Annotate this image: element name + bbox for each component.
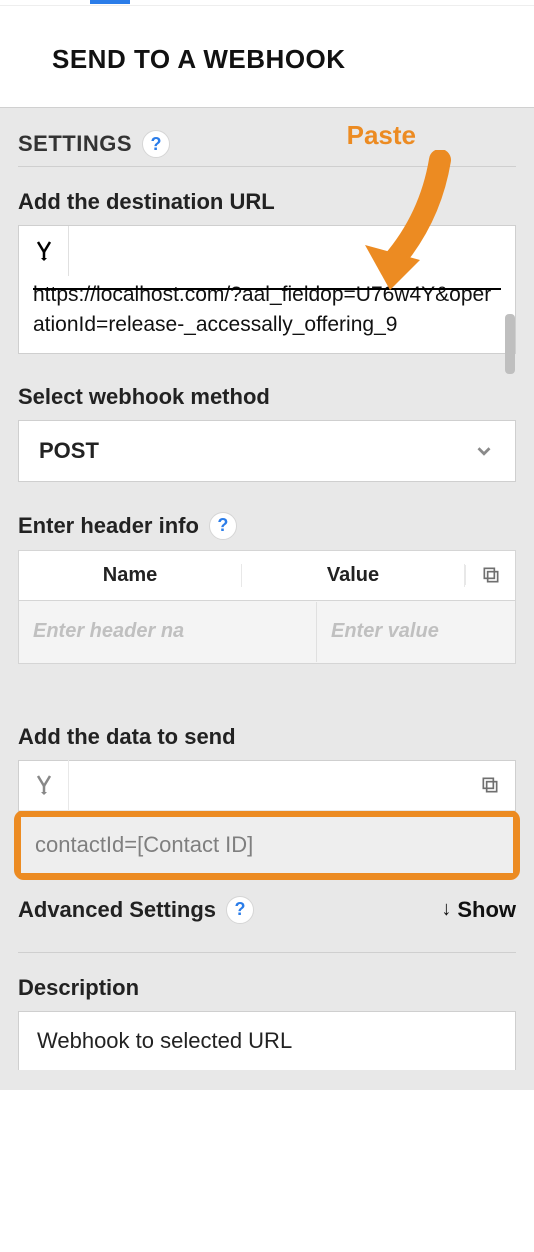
- advanced-toggle-label: Show: [457, 897, 516, 923]
- advanced-settings-toggle[interactable]: ↓ Show: [441, 897, 516, 923]
- tab-accent: [90, 0, 130, 4]
- merge-field-button[interactable]: [19, 226, 69, 276]
- down-arrow-icon: ↓: [441, 898, 451, 921]
- top-bar: [0, 0, 534, 6]
- header-col-name: Name: [19, 564, 242, 587]
- destination-url-label: Add the destination URL: [18, 189, 516, 215]
- data-field-topbar: [19, 761, 515, 811]
- data-to-send-input[interactable]: [21, 817, 513, 873]
- chevron-down-icon: [473, 440, 495, 462]
- description-field[interactable]: Webhook to selected URL: [18, 1011, 516, 1070]
- advanced-settings-left: Advanced Settings ?: [18, 896, 254, 924]
- data-to-send-group: Add the data to send: [18, 724, 516, 880]
- merge-field-button[interactable]: [19, 760, 69, 810]
- highlight-annotation: [14, 810, 520, 880]
- header-table: Name Value: [18, 550, 516, 664]
- header-value-input[interactable]: [317, 602, 534, 662]
- help-icon[interactable]: ?: [209, 512, 237, 540]
- settings-panel: SETTINGS ? Paste Add the destination URL…: [0, 107, 534, 1090]
- merge-icon: [32, 239, 56, 263]
- data-to-send-label: Add the data to send: [18, 724, 516, 750]
- merge-icon: [32, 773, 56, 797]
- settings-label: SETTINGS: [18, 131, 132, 157]
- description-group: Description Webhook to selected URL: [18, 975, 516, 1070]
- advanced-settings-row: Advanced Settings ? ↓ Show: [18, 892, 516, 953]
- header-table-head: Name Value: [19, 551, 515, 601]
- header-info-label-text: Enter header info: [18, 513, 199, 539]
- header-info-group: Enter header info ? Name Value: [18, 512, 516, 664]
- method-select[interactable]: POST: [18, 420, 516, 482]
- method-value: POST: [39, 438, 99, 464]
- paste-annotation-label: Paste: [347, 120, 416, 151]
- header-name-input[interactable]: [19, 602, 317, 662]
- help-icon[interactable]: ?: [142, 130, 170, 158]
- method-group: Select webhook method POST: [18, 384, 516, 482]
- scrollbar-thumb[interactable]: [505, 314, 515, 374]
- copy-data-button[interactable]: [465, 775, 515, 795]
- header-table-row: [19, 601, 515, 663]
- destination-url-field: https://localhost.com/?aal_fieldop=U76w4…: [18, 225, 516, 354]
- header-info-label: Enter header info ?: [18, 512, 516, 540]
- copy-icon: [481, 565, 501, 585]
- url-cutoff-line: [33, 288, 501, 290]
- destination-url-topbar: [19, 226, 515, 276]
- header-col-value: Value: [242, 564, 465, 587]
- data-body: [21, 817, 513, 873]
- description-value: Webhook to selected URL: [37, 1028, 292, 1053]
- destination-url-input[interactable]: [69, 227, 515, 275]
- help-icon[interactable]: ?: [226, 896, 254, 924]
- data-to-send-field: [18, 760, 516, 812]
- add-header-button[interactable]: [465, 565, 515, 585]
- page-title: SEND TO A WEBHOOK: [0, 6, 534, 107]
- description-label: Description: [18, 975, 516, 1001]
- copy-icon: [480, 775, 500, 795]
- advanced-settings-label: Advanced Settings: [18, 897, 216, 923]
- destination-url-display[interactable]: https://localhost.com/?aal_fieldop=U76w4…: [19, 276, 515, 353]
- settings-header-row: SETTINGS ? Paste: [18, 130, 516, 167]
- method-label: Select webhook method: [18, 384, 516, 410]
- destination-url-group: Add the destination URL https://localhos…: [18, 189, 516, 354]
